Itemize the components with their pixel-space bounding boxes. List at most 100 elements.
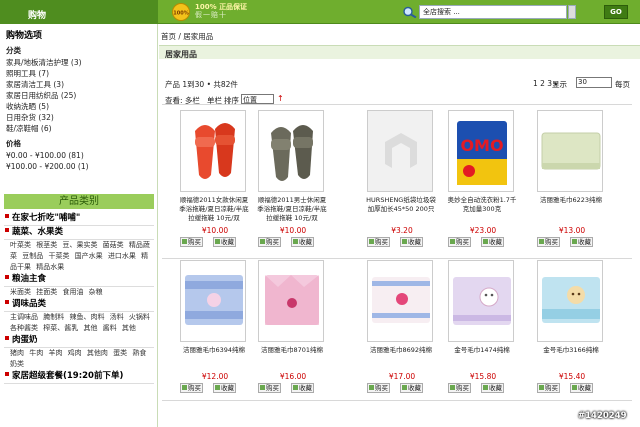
sort-direction-icon[interactable]: ↑	[277, 94, 284, 103]
product-name[interactable]: 顺福德2011男士休闲夏季浴拖鞋/夏日凉鞋/半底拉缓拖鞋 10元/双	[255, 196, 329, 223]
buy-button[interactable]: 购买	[448, 237, 471, 247]
product-image[interactable]	[367, 110, 433, 192]
favorite-button[interactable]: 收藏	[291, 383, 314, 393]
search-icon[interactable]	[402, 6, 418, 18]
divider	[162, 400, 632, 401]
favorite-label: 收藏	[578, 384, 591, 392]
favorite-label: 收藏	[489, 238, 502, 246]
result-count: 产品 1到30 • 共82件	[165, 80, 238, 89]
buy-label: 购买	[545, 384, 558, 392]
svg-text:OMO: OMO	[460, 136, 503, 155]
product-actions: 购买 收藏	[367, 237, 437, 247]
search-dropdown[interactable]	[568, 5, 576, 19]
product-price: ¥17.00	[388, 372, 416, 381]
buy-button[interactable]: 购买	[367, 237, 390, 247]
slogan-line-2: 假一赔十	[195, 11, 227, 19]
category-list: 在家七折吃"哺哺" 蔬菜、水果类 叶菜类 根茎类 豆、果实类 菌菇类 精品蔬菜 …	[4, 212, 154, 384]
divider	[162, 104, 632, 105]
product-actions: 购买 收藏	[537, 383, 607, 393]
breadcrumb[interactable]: 首页 / 居家用品	[161, 31, 213, 42]
product-image[interactable]	[367, 260, 433, 342]
product-image[interactable]: OMO	[448, 110, 514, 192]
filter-item[interactable]: 家居清洁工具 (3)	[6, 79, 158, 90]
filter-item[interactable]: 鞋/凉鞋帽 (6)	[6, 123, 158, 134]
search-input[interactable]: 全店搜索 ...	[419, 5, 567, 19]
product-name[interactable]: 奥妙全自动洗衣粉1.7千克加量300克	[445, 196, 519, 214]
favorite-icon	[402, 385, 407, 390]
favorite-button[interactable]: 收藏	[400, 383, 423, 393]
product-name[interactable]: 洁丽雅毛巾8692纯棉	[364, 346, 438, 355]
category-title[interactable]: 家居超级套餐(19:20前下单)	[4, 370, 154, 384]
product-price: ¥10.00	[279, 226, 307, 235]
price-filter-item[interactable]: ¥0.00 - ¥100.00 (81)	[6, 150, 158, 161]
favorite-button[interactable]: 收藏	[213, 237, 236, 247]
product-name[interactable]: 金号毛巾3166纯棉	[534, 346, 608, 355]
filter-item[interactable]: 日用杂货 (32)	[6, 112, 158, 123]
product-actions: 购买 收藏	[448, 383, 518, 393]
category-items[interactable]: 主调味品 腌制料 辣鱼、肉料 汤料 火锅料 各种酱类 榨菜、酱乳 其他 酱料 其…	[4, 312, 154, 334]
favorite-button[interactable]: 收藏	[213, 383, 236, 393]
category-title[interactable]: 粮油主食	[4, 273, 154, 287]
buy-label: 购买	[456, 238, 469, 246]
shopping-options: 购物选项 分类 家具/地板清洁护理 (3) 照明工具 (7) 家居清洁工具 (3…	[0, 28, 158, 172]
category-title[interactable]: 在家七折吃"哺哺"	[4, 212, 154, 226]
product-name[interactable]: HURSHENG纸袋垃圾袋加厚加长45*50 200只	[364, 196, 438, 214]
favorite-label: 收藏	[221, 384, 234, 392]
buy-button[interactable]: 购买	[180, 237, 203, 247]
favorite-button[interactable]: 收藏	[481, 237, 504, 247]
filter-item[interactable]: 照明工具 (7)	[6, 68, 158, 79]
favorite-button[interactable]: 收藏	[570, 383, 593, 393]
buy-label: 购买	[456, 384, 469, 392]
cart-icon	[369, 239, 374, 244]
buy-button[interactable]: 购买	[537, 383, 560, 393]
per-page-select[interactable]: 30	[576, 77, 612, 88]
product-image[interactable]	[448, 260, 514, 342]
buy-label: 购买	[375, 384, 388, 392]
buy-button[interactable]: 购买	[448, 383, 471, 393]
favorite-button[interactable]: 收藏	[570, 237, 593, 247]
product-image[interactable]	[258, 260, 324, 342]
category-title[interactable]: 肉蛋奶	[4, 334, 154, 348]
favorite-button[interactable]: 收藏	[400, 237, 423, 247]
product-image[interactable]	[180, 110, 246, 192]
go-button[interactable]: GO	[604, 5, 628, 19]
product-name[interactable]: 洁丽雅毛巾6394纯棉	[177, 346, 251, 355]
favorite-icon	[402, 239, 407, 244]
favorite-label: 收藏	[578, 238, 591, 246]
product-name[interactable]: 顺福德2011女款休闲夏季浴拖鞋/夏日凉鞋/半底拉缓拖鞋 10元/双	[177, 196, 251, 223]
buy-label: 购买	[266, 238, 279, 246]
product-name[interactable]: 洁丽雅毛巾6223纯棉	[534, 196, 608, 205]
category-title[interactable]: 蔬菜、水果类	[4, 226, 154, 240]
favorite-button[interactable]: 收藏	[481, 383, 504, 393]
favorite-button[interactable]: 收藏	[291, 237, 314, 247]
category-items[interactable]: 猪肉 牛肉 羊肉 鸡肉 其他肉 蛋类 熟食 奶类	[4, 348, 154, 370]
filter-item[interactable]: 收纳洗晒 (5)	[6, 101, 158, 112]
price-filter-item[interactable]: ¥100.00 - ¥200.00 (1)	[6, 161, 158, 172]
buy-button[interactable]: 购买	[537, 237, 560, 247]
filter-item[interactable]: 家具/地板清洁护理 (3)	[6, 57, 158, 68]
favorite-icon	[483, 385, 488, 390]
product-price: ¥3.20	[391, 226, 413, 235]
product-image[interactable]	[537, 260, 603, 342]
sort-select[interactable]: 位置	[241, 94, 274, 104]
product-image[interactable]	[258, 110, 324, 192]
product-image[interactable]	[537, 110, 603, 192]
buy-button[interactable]: 购买	[258, 383, 281, 393]
category-items[interactable]: 米面类 挂面类 食用油 杂粮	[4, 287, 154, 298]
product-name[interactable]: 洁丽雅毛巾8701纯棉	[255, 346, 329, 355]
buy-button[interactable]: 购买	[367, 383, 390, 393]
category-title[interactable]: 调味品类	[4, 298, 154, 312]
product-price: ¥15.40	[558, 372, 586, 381]
product-image[interactable]	[180, 260, 246, 342]
filter-item[interactable]: 家居日用纺织品 (25)	[6, 90, 158, 101]
favorite-icon	[215, 239, 220, 244]
favorite-icon	[572, 385, 577, 390]
cart-icon	[369, 385, 374, 390]
product-name[interactable]: 金号毛巾1474纯棉	[445, 346, 519, 355]
favorite-icon	[215, 385, 220, 390]
category-items[interactable]: 叶菜类 根茎类 豆、果实类 菌菇类 精品蔬菜 豆制品 干菜类 国产水果 进口水果…	[4, 240, 154, 273]
favorite-label: 收藏	[299, 238, 312, 246]
buy-button[interactable]: 购买	[180, 383, 203, 393]
cart-icon	[539, 239, 544, 244]
buy-button[interactable]: 购买	[258, 237, 281, 247]
